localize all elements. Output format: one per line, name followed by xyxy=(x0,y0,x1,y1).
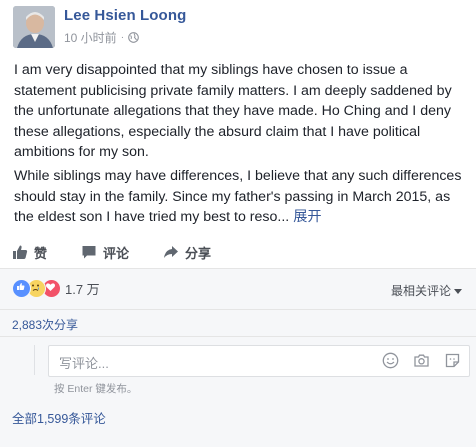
post-paragraph-2: While siblings may have differences, I b… xyxy=(14,166,466,228)
meta-separator: · xyxy=(120,32,125,43)
globe-icon[interactable] xyxy=(128,32,139,43)
facebook-post: Lee Hsien Loong 10 小时前 · I am very disap… xyxy=(0,0,476,447)
all-comments-link[interactable]: 全部1,599条评论 xyxy=(12,408,106,427)
camera-icon[interactable] xyxy=(413,352,430,369)
post-paragraph-2-text: While siblings may have differences, I b… xyxy=(14,168,462,225)
caret-down-icon xyxy=(454,284,462,298)
comment-input-placeholder[interactable]: 写评论... xyxy=(59,353,109,372)
comment-tools xyxy=(382,352,461,369)
post-meta: 10 小时前 · xyxy=(64,29,139,46)
comment-button[interactable]: 评论 xyxy=(81,243,129,262)
speech-bubble-icon xyxy=(81,244,97,260)
share-label: 分享 xyxy=(185,245,212,261)
author-avatar[interactable] xyxy=(13,6,55,48)
post-time[interactable]: 10 小时前 xyxy=(64,29,117,46)
thumbs-up-icon xyxy=(12,244,28,260)
divider xyxy=(0,309,476,310)
comment-thread-line xyxy=(34,345,35,375)
author-name[interactable]: Lee Hsien Loong xyxy=(64,7,186,24)
see-more-link[interactable]: 展开 xyxy=(293,209,321,225)
sticker-icon[interactable] xyxy=(444,352,461,369)
share-arrow-icon xyxy=(163,244,179,260)
sort-label: 最相关评论 xyxy=(390,284,451,298)
action-bar: 赞 评论 分享 xyxy=(12,238,245,266)
emoji-icon[interactable] xyxy=(382,352,399,369)
comment-input-box[interactable]: 写评论... xyxy=(48,345,470,377)
reaction-count[interactable]: 1.7 万 xyxy=(65,279,100,298)
share-count-link[interactable]: 2,883次分享 xyxy=(12,316,78,333)
enter-to-post-hint: 按 Enter 键发布。 xyxy=(54,383,138,395)
post-paragraph-1: I am very disappointed that my siblings … xyxy=(14,62,452,160)
share-button[interactable]: 分享 xyxy=(163,243,211,262)
divider xyxy=(0,336,476,337)
comment-label: 评论 xyxy=(103,245,130,261)
comment-sort-dropdown[interactable]: 最相关评论 xyxy=(391,282,462,299)
like-button[interactable]: 赞 xyxy=(12,243,47,262)
reactions-summary[interactable]: 1.7 万 xyxy=(12,278,100,298)
like-reaction-icon xyxy=(12,278,31,298)
like-label: 赞 xyxy=(34,245,48,261)
